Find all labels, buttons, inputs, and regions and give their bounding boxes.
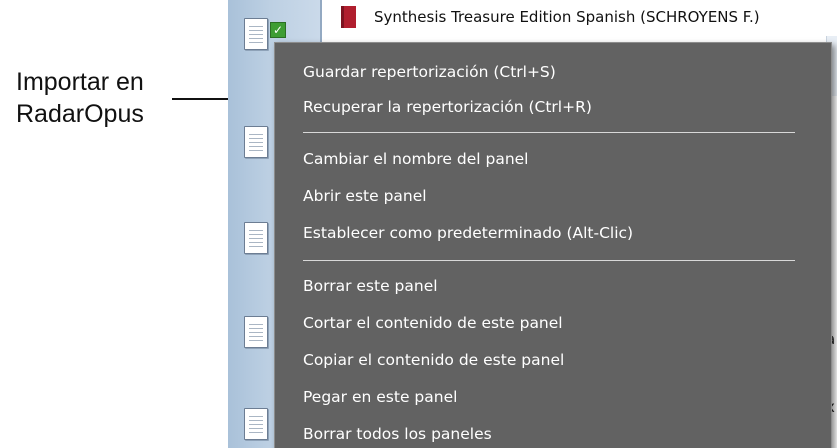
book-icon <box>341 6 356 28</box>
checkbox-checked-icon[interactable]: ✓ <box>270 22 286 38</box>
menu-item-cambiar-nombre-panel[interactable]: Cambiar el nombre del panel <box>303 142 803 176</box>
menu-item-cortar-contenido[interactable]: Cortar el contenido de este panel <box>303 306 803 340</box>
menu-item-establecer-predeterminado[interactable]: Establecer como predeterminado (Alt-Clic… <box>303 216 803 250</box>
annotation-line-1: Importar en <box>16 68 144 96</box>
book-title: Synthesis Treasure Edition Spanish (SCHR… <box>374 8 760 26</box>
menu-item-recuperar-repertorizacion[interactable]: Recuperar la repertorización (Ctrl+R) <box>303 90 803 124</box>
menu-separator <box>303 132 795 133</box>
annotation-label: Importar en RadarOpus <box>16 66 186 130</box>
document-icon[interactable] <box>244 126 268 158</box>
book-row[interactable]: Synthesis Treasure Edition Spanish (SCHR… <box>341 4 760 30</box>
menu-item-borrar-panel[interactable]: Borrar este panel <box>303 269 803 303</box>
menu-item-guardar-repertorizacion[interactable]: Guardar repertorización (Ctrl+S) <box>303 55 803 89</box>
menu-separator <box>303 260 795 261</box>
annotation-line-2: RadarOpus <box>16 100 144 128</box>
menu-item-abrir-panel[interactable]: Abrir este panel <box>303 179 803 213</box>
context-menu: Guardar repertorización (Ctrl+S) Recuper… <box>274 42 832 448</box>
document-icon[interactable] <box>244 316 268 348</box>
menu-item-pegar-panel[interactable]: Pegar en este panel <box>303 380 803 414</box>
menu-item-copiar-contenido[interactable]: Copiar el contenido de este panel <box>303 343 803 377</box>
menu-item-borrar-todos-paneles[interactable]: Borrar todos los paneles <box>303 417 803 448</box>
document-icon[interactable] <box>244 18 268 50</box>
document-icon[interactable] <box>244 222 268 254</box>
document-icon[interactable] <box>244 408 268 440</box>
